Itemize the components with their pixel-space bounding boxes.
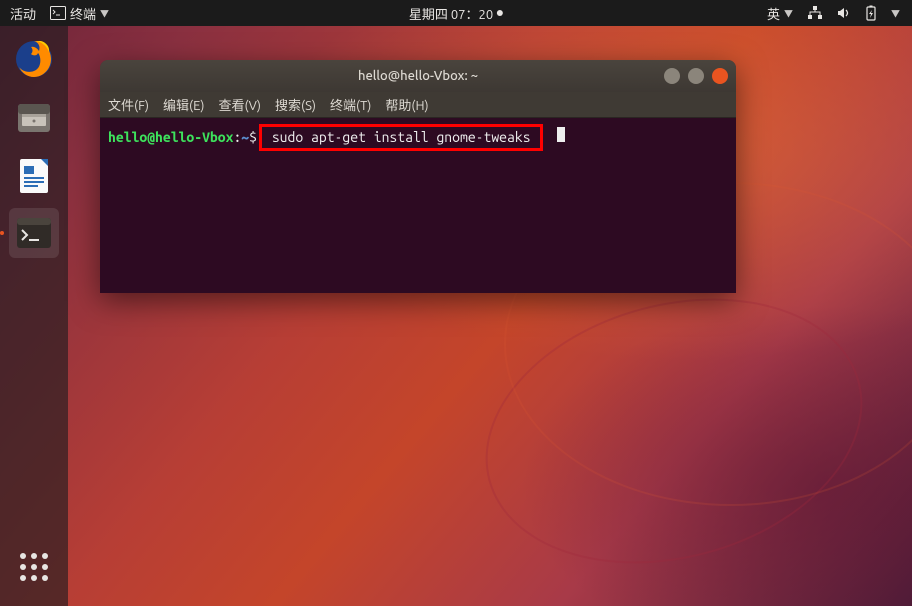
terminal-small-icon — [50, 6, 66, 20]
menu-edit[interactable]: 编辑(E) — [163, 95, 204, 114]
input-method-indicator[interactable]: 英 ▼ — [767, 4, 793, 23]
menu-search[interactable]: 搜索(S) — [275, 95, 316, 114]
menu-view[interactable]: 查看(V) — [219, 95, 261, 114]
window-title: hello@hello-Vbox: ~ — [358, 69, 478, 83]
prompt-colon: : — [233, 127, 241, 148]
activities-button[interactable]: 活动 — [10, 4, 36, 23]
terminal-window: hello@hello-Vbox: ~ 文件(F) 编辑(E) 查看(V) 搜索… — [100, 60, 736, 293]
notification-dot-icon — [497, 10, 503, 16]
show-applications-button[interactable] — [9, 542, 59, 592]
dock-files[interactable] — [9, 92, 59, 142]
prompt-path: ~ — [241, 127, 249, 148]
chevron-down-icon: ▼ — [891, 7, 900, 20]
prompt-sign: $ — [249, 127, 257, 148]
clock-label: 星期四 07：20 — [409, 4, 493, 23]
menu-file[interactable]: 文件(F) — [108, 95, 149, 114]
top-panel: 活动 终端 ▼ 星期四 07：20 英 ▼ ▼ — [0, 0, 912, 26]
close-button[interactable] — [712, 68, 728, 84]
command-text: sudo apt-get install gnome-tweaks — [264, 129, 538, 145]
prompt-line: hello@hello-Vbox:~$ sudo apt-get install… — [108, 124, 728, 151]
menubar: 文件(F) 编辑(E) 查看(V) 搜索(S) 终端(T) 帮助(H) — [100, 92, 736, 118]
window-titlebar[interactable]: hello@hello-Vbox: ~ — [100, 60, 736, 92]
battery-icon[interactable] — [865, 5, 877, 21]
menu-terminal[interactable]: 终端(T) — [330, 95, 371, 114]
command-highlight-box: sudo apt-get install gnome-tweaks — [259, 124, 543, 151]
dock — [0, 26, 68, 606]
active-app-label: 终端 — [70, 4, 96, 23]
ime-label: 英 — [767, 4, 780, 23]
prompt-user: hello@hello-Vbox — [108, 127, 233, 148]
volume-icon[interactable] — [837, 6, 851, 20]
clock[interactable]: 星期四 07：20 — [409, 4, 503, 23]
cursor-block — [557, 127, 565, 142]
terminal-area[interactable]: hello@hello-Vbox:~$ sudo apt-get install… — [100, 118, 736, 293]
dock-terminal[interactable] — [9, 208, 59, 258]
menu-help[interactable]: 帮助(H) — [385, 95, 428, 114]
chevron-down-icon: ▼ — [784, 7, 793, 20]
chevron-down-icon: ▼ — [100, 7, 109, 20]
active-app-menu[interactable]: 终端 ▼ — [50, 4, 109, 23]
system-menu[interactable]: ▼ — [891, 7, 900, 20]
dock-firefox[interactable] — [9, 34, 59, 84]
maximize-button[interactable] — [688, 68, 704, 84]
minimize-button[interactable] — [664, 68, 680, 84]
dock-writer[interactable] — [9, 150, 59, 200]
network-icon[interactable] — [807, 6, 823, 20]
